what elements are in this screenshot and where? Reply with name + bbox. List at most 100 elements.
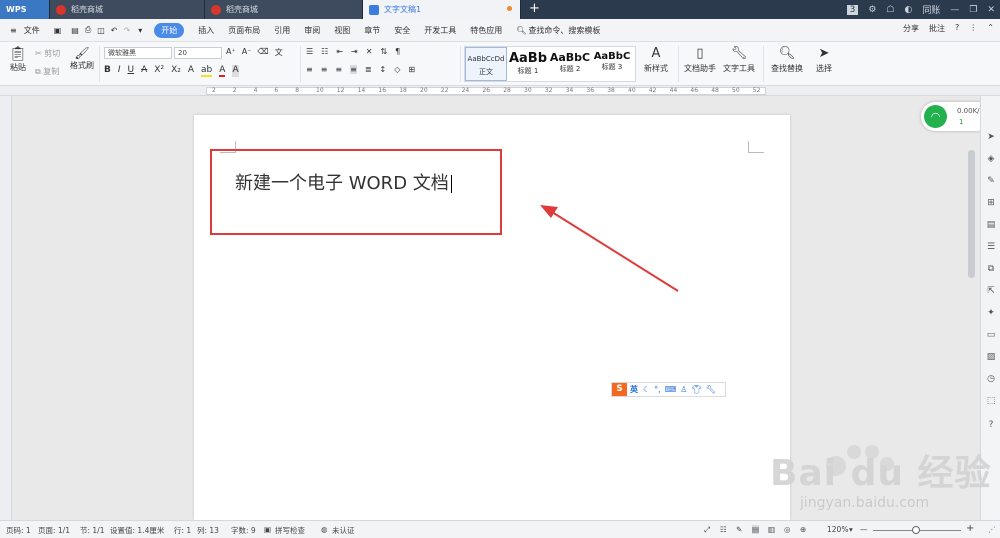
spell-check-icon[interactable]: ▣	[264, 525, 271, 534]
justify-icon[interactable]: ≡	[350, 65, 357, 74]
image-icon[interactable]: ▨	[985, 352, 997, 364]
menu-home[interactable]: 开始	[154, 22, 185, 38]
zoom-out-icon[interactable]: —	[860, 525, 868, 534]
sogou-logo-icon[interactable]: S	[612, 383, 627, 396]
menu-features[interactable]: 特色应用	[470, 25, 502, 36]
cut-button[interactable]: ✂ 剪切	[35, 48, 60, 59]
align-left-icon[interactable]: ≡	[306, 65, 313, 74]
highlight-icon[interactable]: ab	[201, 65, 213, 77]
share-out-icon[interactable]: ⇱	[985, 286, 997, 298]
backup-icon[interactable]: ⬚	[985, 396, 997, 408]
show-marks-icon[interactable]: ¶	[395, 47, 400, 56]
borders-icon[interactable]: ⊞	[408, 65, 415, 74]
maximize-icon[interactable]: ❐	[969, 5, 977, 15]
share-button[interactable]: 分享	[903, 23, 919, 34]
ime-toolbar[interactable]: S 英 ☾ °, ⌨ ♙ 👕︎ 🔧︎	[611, 382, 726, 397]
format-painter-button[interactable]: 🖌︎ 格式刷	[68, 46, 96, 71]
char-shading-icon[interactable]: A	[232, 65, 239, 77]
translate-icon[interactable]: ✦	[985, 308, 997, 320]
settings-wrench-icon[interactable]: 🔧︎	[706, 385, 716, 394]
select-button[interactable]: ➤ 选择	[810, 46, 838, 74]
adjust-icon[interactable]: ☰	[985, 242, 997, 254]
cert-icon[interactable]: ◍	[321, 525, 328, 534]
status-cert[interactable]: 未认证	[332, 525, 355, 536]
chinese-layout-icon[interactable]: ✕	[366, 47, 373, 56]
vertical-scrollbar[interactable]	[968, 150, 975, 278]
quick-open-icon[interactable]: ▤	[71, 26, 79, 35]
menu-references[interactable]: 引用	[274, 25, 290, 36]
outline-icon[interactable]: ☷	[720, 525, 727, 534]
tab-docer-store-1[interactable]: 稻壳商城	[50, 0, 205, 19]
font-size-select[interactable]: 20	[174, 47, 222, 59]
zoom-slider-thumb[interactable]	[912, 526, 920, 534]
status-setting[interactable]: 设置值: 1.4厘米	[110, 525, 164, 536]
align-right-icon[interactable]: ≡	[335, 65, 342, 74]
doc-helper-button[interactable]: ▯ 文档助手	[683, 46, 717, 74]
read-view-icon[interactable]: ▥	[768, 525, 775, 534]
menu-insert[interactable]: 插入	[198, 25, 214, 36]
strikethrough-icon[interactable]: A	[141, 65, 147, 77]
command-search[interactable]: 查找命令、搜索模板	[528, 25, 600, 36]
status-spell[interactable]: 拼写检查	[275, 525, 305, 536]
line-spacing-icon[interactable]: ↕	[380, 65, 387, 74]
status-section[interactable]: 节: 1/1	[80, 525, 104, 536]
user-name[interactable]: 同账	[922, 3, 940, 16]
quick-print-icon[interactable]: ⎙	[85, 25, 91, 35]
font-name-select[interactable]: 微软雅黑	[104, 47, 172, 59]
shapes-icon[interactable]: ◈	[985, 154, 997, 166]
increase-indent-icon[interactable]: ⇥	[351, 47, 358, 56]
more-icon[interactable]: ⋮	[969, 23, 977, 34]
keyboard-icon[interactable]: ⌨	[665, 385, 677, 394]
status-page[interactable]: 页面: 1/1	[38, 525, 70, 536]
file-menu[interactable]: 文件	[24, 25, 40, 36]
fullscreen-icon[interactable]: ⤢	[704, 525, 710, 535]
comment-button[interactable]: 批注	[929, 23, 945, 34]
style-heading1[interactable]: AaBb 标题 1	[507, 47, 549, 81]
subscript-icon[interactable]: X₂	[171, 65, 181, 77]
skin-shirt-icon[interactable]: 👕︎	[691, 385, 701, 394]
web-view-icon[interactable]: ◎	[784, 525, 791, 534]
bold-icon[interactable]: B	[104, 65, 111, 77]
close-icon[interactable]: ✕	[987, 5, 995, 15]
shrink-font-icon[interactable]: A⁻	[242, 47, 252, 58]
document-text[interactable]: 新建一个电子 WORD 文档	[235, 169, 452, 195]
status-words[interactable]: 字数: 9	[231, 525, 256, 536]
menu-review[interactable]: 审阅	[304, 25, 320, 36]
collapse-ribbon-icon[interactable]: ⌃	[987, 23, 994, 34]
skin-icon[interactable]: ⚙	[868, 5, 876, 15]
bullets-icon[interactable]: ☰	[306, 47, 313, 56]
doc-tools-button[interactable]: 🔧︎ 文字工具	[720, 46, 758, 74]
redo-icon[interactable]: ↷	[124, 26, 131, 35]
style-icon[interactable]: ✎	[985, 176, 997, 188]
superscript-icon[interactable]: X²	[154, 65, 164, 77]
style-heading3[interactable]: AaBbC 标题 3	[591, 47, 633, 81]
align-center-icon[interactable]: ≡	[321, 65, 328, 74]
history-icon[interactable]: ◷	[985, 374, 997, 386]
voice-icon[interactable]: ♙	[680, 385, 687, 394]
ime-language[interactable]: 英	[630, 384, 638, 395]
decrease-indent-icon[interactable]: ⇤	[336, 47, 343, 56]
help-circle-icon[interactable]: ?	[985, 420, 997, 432]
menu-security[interactable]: 安全	[394, 25, 410, 36]
user-avatar-icon[interactable]: ◐	[905, 5, 913, 15]
clear-format-icon[interactable]: ⌫	[257, 47, 268, 58]
doc-compare-icon[interactable]: ⧉	[985, 264, 997, 276]
help-icon[interactable]: ?	[955, 23, 959, 34]
page-icon[interactable]: ▭	[985, 330, 997, 342]
text-effect-icon[interactable]: A	[188, 65, 194, 77]
sort-icon[interactable]: ⇅	[380, 47, 387, 56]
status-col[interactable]: 列: 13	[197, 525, 219, 536]
tab-document-1[interactable]: 文字文稿1	[363, 0, 521, 19]
shirt-icon[interactable]: ☖	[886, 5, 894, 15]
undo-icon[interactable]: ↶	[111, 26, 118, 35]
resize-grip-icon[interactable]: ⋰	[988, 525, 996, 534]
punctuation-icon[interactable]: °,	[654, 385, 661, 394]
phonetic-icon[interactable]: 文	[275, 47, 283, 58]
tab-count-badge[interactable]: 3	[846, 4, 859, 15]
italic-icon[interactable]: I	[118, 65, 121, 77]
vertical-ruler[interactable]	[0, 96, 12, 520]
table-icon[interactable]: ⊞	[985, 198, 997, 210]
horizontal-ruler[interactable]: 2 2 4 6 8 10 12 14 16 18 20 22 24 26 28 30 32 34 36 38 40 42 4…	[0, 86, 1000, 96]
menu-view[interactable]: 视图	[334, 25, 350, 36]
pointer-icon[interactable]: ➤	[985, 132, 997, 144]
